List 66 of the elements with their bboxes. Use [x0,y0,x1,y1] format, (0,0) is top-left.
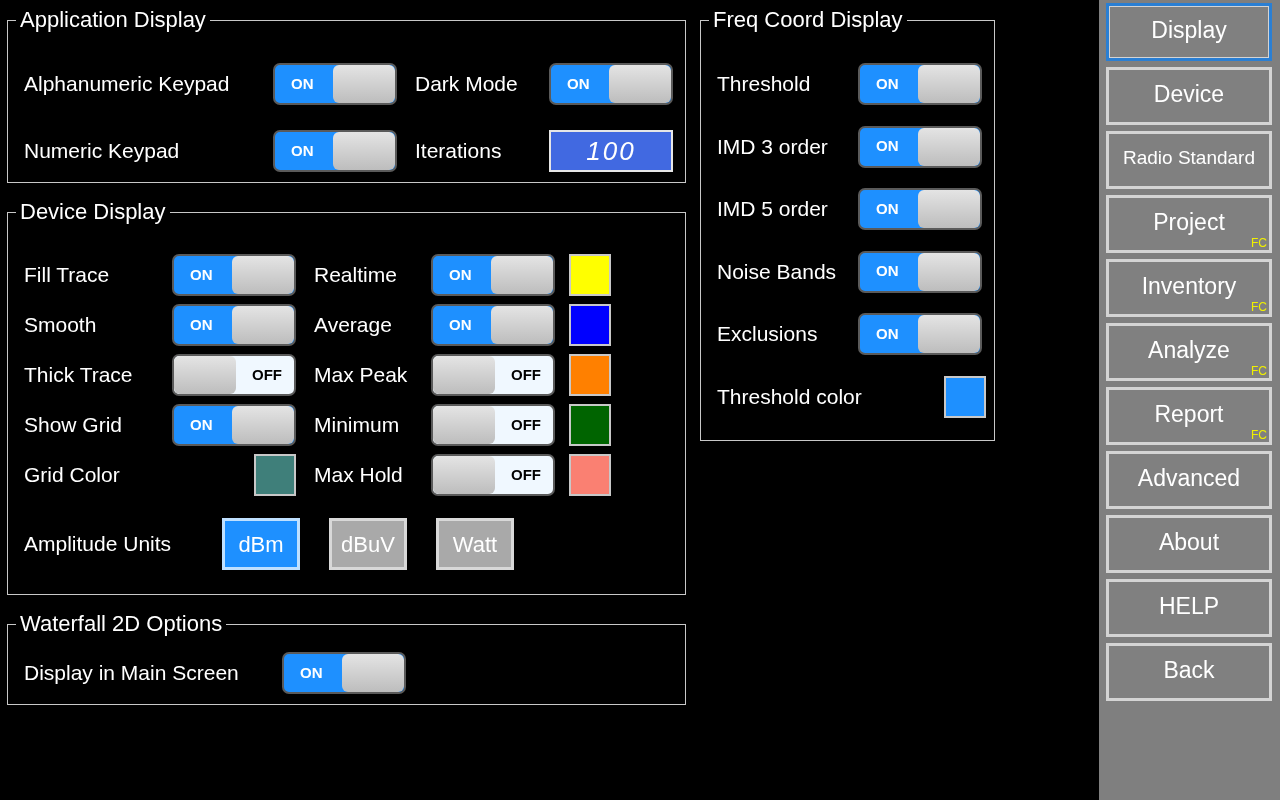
number-field[interactable]: 100 [549,130,673,172]
fc-label: FC [1251,236,1267,250]
menu-button[interactable]: HELP [1106,579,1272,637]
toggle-switch[interactable]: ON [431,304,555,346]
toggle-switch[interactable]: ON [858,250,982,293]
setting-label: Grid Color [24,462,121,488]
color-swatch[interactable] [254,454,296,496]
setting-label: Max Peak [314,362,409,388]
menu-button[interactable]: Report FC [1106,387,1272,445]
toggle-switch[interactable]: ON [172,404,296,446]
setting-label: Realtime [314,262,398,288]
color-swatch[interactable] [569,354,611,396]
setting-label: Dark Mode [415,71,519,97]
menu-button[interactable]: Inventory FC [1106,259,1272,317]
toggle-switch[interactable]: ON [172,304,296,346]
toggle-switch[interactable]: OFF [431,354,555,396]
toggle-switch[interactable]: ON [273,130,397,172]
color-swatch[interactable] [569,404,611,446]
menu-button[interactable]: Back [1106,643,1272,701]
toggle-switch[interactable]: ON [858,188,982,230]
setting-label: Max Hold [314,462,404,488]
setting-label: Numeric Keypad [24,138,181,164]
toggle-switch[interactable]: ON [273,63,397,105]
setting-label: Minimum [314,412,401,438]
toggle-switch[interactable]: ON [282,652,406,694]
toggle-switch[interactable]: ON [858,125,982,168]
setting-label: Threshold color [717,383,862,410]
setting-label: Amplitude Units [24,531,173,557]
fc-label: FC [1251,428,1267,442]
setting-label: Display in Main Screen [24,660,240,686]
color-swatch[interactable] [569,304,611,346]
fc-label: FC [1251,364,1267,378]
toggle-switch[interactable]: ON [858,313,982,355]
menu-button[interactable]: About [1106,515,1272,573]
unit-button[interactable]: dBuV [329,518,407,570]
toggle-switch[interactable]: ON [549,63,673,105]
setting-label: Show Grid [24,412,124,438]
menu-button[interactable]: Advanced [1106,451,1272,509]
toggle-switch[interactable]: OFF [431,454,555,496]
setting-label: Threshold [717,71,812,97]
setting-label: Thick Trace [24,362,134,388]
fc-label: FC [1251,300,1267,314]
menu-button[interactable]: Radio Standard [1106,131,1272,189]
unit-button[interactable]: dBm [222,518,300,570]
menu-button[interactable]: Project FC [1106,195,1272,253]
setting-label: Smooth [24,312,98,338]
menu-button[interactable]: Analyze FC [1106,323,1272,381]
unit-button[interactable]: Watt [436,518,514,570]
color-swatch[interactable] [943,375,986,418]
color-swatch[interactable] [569,254,611,296]
setting-label: Average [314,312,393,338]
toggle-switch[interactable]: OFF [431,404,555,446]
menu-button[interactable]: Display [1106,3,1272,61]
setting-label: IMD 3 order [717,133,829,160]
setting-label: Fill Trace [24,262,111,288]
setting-label: Exclusions [717,321,819,347]
menu-button[interactable]: Device [1106,67,1272,125]
setting-label: Noise Bands [717,258,838,285]
color-swatch[interactable] [569,454,611,496]
toggle-switch[interactable]: ON [172,254,296,296]
toggle-switch[interactable]: OFF [172,354,296,396]
setting-label: IMD 5 order [717,196,829,222]
toggle-switch[interactable]: ON [431,254,555,296]
setting-label: Iterations [415,138,503,164]
setting-label: Alphanumeric Keypad [24,71,231,97]
toggle-switch[interactable]: ON [858,63,982,105]
